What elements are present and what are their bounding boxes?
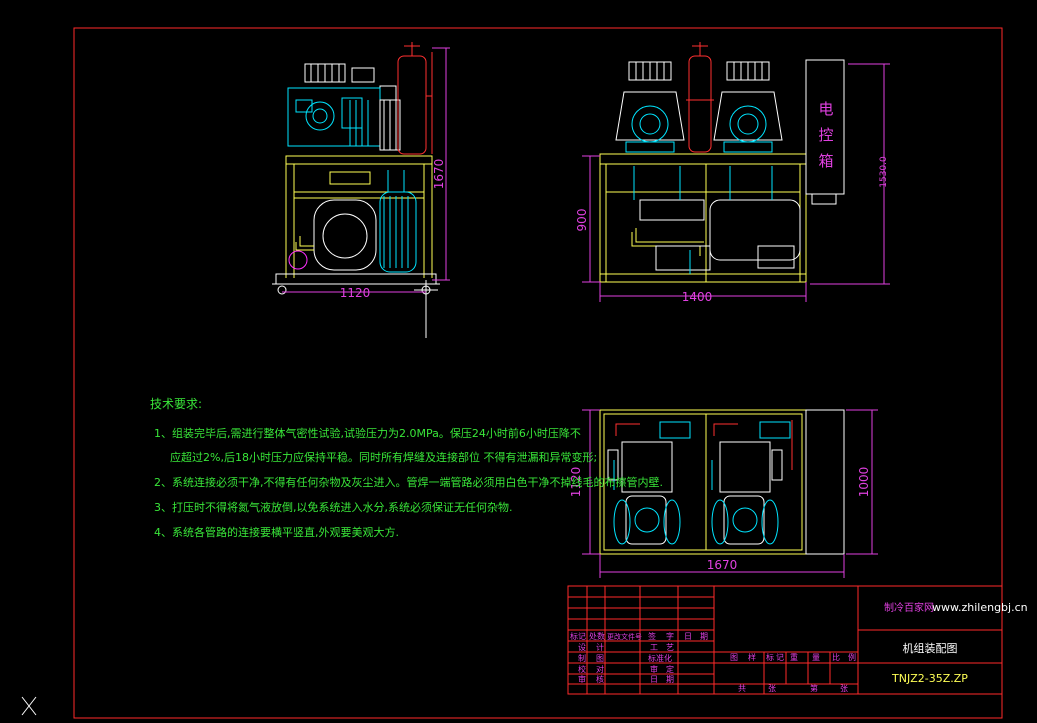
- tb-r3-c2: 图: [596, 654, 604, 663]
- tb-bottom-3: 第: [810, 683, 818, 693]
- tb-r5-c4: 期: [666, 675, 674, 684]
- front-width-dim: 1400: [682, 290, 713, 304]
- tb-r4-c2: 对: [596, 664, 604, 674]
- top-width-dim: 1670: [707, 558, 738, 572]
- tb-r1-c1: 标记: [570, 631, 586, 641]
- front-height-dim: 900: [575, 209, 589, 232]
- drawing-name: 机组装配图: [903, 641, 958, 655]
- tb-r1-c4: 签: [648, 631, 656, 641]
- tb-r3-c3: 标准化: [648, 653, 672, 663]
- drawing-number: TNJZ2-35Z.ZP: [891, 672, 968, 685]
- tb-r1-c5: 字: [666, 631, 674, 641]
- tb-bottom-1: 共: [738, 684, 746, 693]
- tb-r5-c2: 核: [596, 674, 604, 684]
- note-line-3: 2、系统连接必须干净,不得有任何杂物及灰尘进入。管焊一端管路必须用白色干净不掉线…: [154, 475, 663, 489]
- tb-r2-c1: 设: [578, 642, 586, 652]
- tb-r2-c4: 艺: [666, 643, 674, 652]
- tb-r3-c1: 制: [578, 653, 586, 663]
- notes-title: 技术要求:: [150, 397, 202, 411]
- tb-r4-c3: 审: [650, 664, 658, 674]
- tb-mid-4: 记: [776, 653, 784, 662]
- tb-mid-2: 样: [748, 652, 756, 662]
- control-box-char-1: 电: [818, 100, 833, 118]
- note-line-5: 4、系统各管路的连接要横平竖直,外观要美观大方.: [154, 525, 399, 539]
- tb-r5-c3: 日: [650, 675, 658, 684]
- side-width-dim: 1120: [340, 286, 371, 300]
- tb-r2-c3: 工: [650, 643, 658, 652]
- company-name: 制冷百家网: [884, 601, 934, 614]
- tb-mid-5: 重: [790, 652, 798, 662]
- tb-mid-3: 标: [766, 652, 774, 662]
- tb-mid-6: 量: [812, 653, 820, 662]
- tb-r4-c4: 定: [666, 664, 674, 674]
- top-box-depth-dim: 1000: [857, 467, 871, 498]
- top-view: [582, 409, 878, 578]
- tb-bottom-4: 张: [840, 684, 848, 693]
- tb-r5-c1: 审: [578, 674, 586, 684]
- control-box-char-3: 箱: [818, 152, 833, 170]
- drawing-svg: 1670 1120 900 1400 1530.0 电 控 箱 1120 167…: [21, 27, 1028, 719]
- front-view: [582, 42, 890, 302]
- note-line-1: 1、组装完毕后,需进行整体气密性试验,试验压力为2.0MPa。保压24小时前6小…: [154, 426, 581, 440]
- tb-mid-1: 图: [730, 653, 738, 662]
- tb-r1-c7: 期: [700, 632, 708, 641]
- tb-bottom-2: 张: [768, 684, 776, 693]
- tb-r1-c2: 处数: [589, 631, 605, 641]
- tb-mid-8: 例: [848, 652, 856, 662]
- front-total-height-dim: 1530.0: [879, 156, 889, 188]
- side-height-dim: 1670: [432, 159, 446, 190]
- control-box-char-2: 控: [818, 126, 833, 144]
- tb-mid-7: 比: [832, 652, 840, 662]
- tb-r1-c3: 更改文件号: [607, 632, 642, 641]
- note-line-4: 3、打压时不得将氮气液放倒,以免系统进入水分,系统必须保证无任何杂物.: [154, 500, 513, 514]
- note-line-2: 应超过2%,后18小时压力应保持平稳。同时所有焊缝及连接部位 不得有泄漏和异常变…: [170, 450, 597, 464]
- ucs-icon: [21, 696, 37, 716]
- tb-r1-c6: 日: [684, 632, 692, 641]
- company-website: www.zhilengbj.cn: [932, 601, 1028, 614]
- cad-drawing-canvas: 1670 1120 900 1400 1530.0 电 控 箱 1120 167…: [0, 0, 1037, 723]
- tb-r4-c1: 校: [578, 664, 586, 674]
- tb-r2-c2: 计: [596, 642, 604, 652]
- drawing-frame: [73, 27, 1003, 719]
